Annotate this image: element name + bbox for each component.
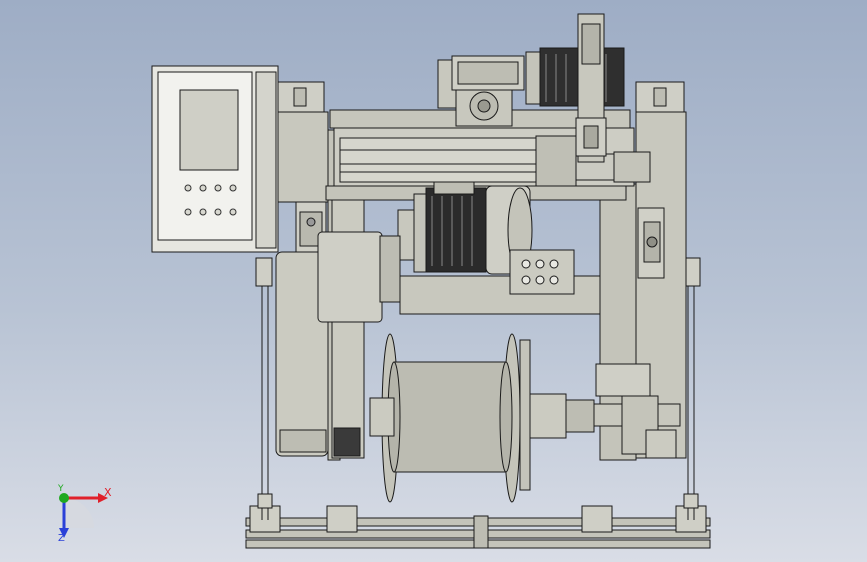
triad-x-label: X [104,486,112,499]
orientation-triad [59,493,108,538]
triad-y-label: Y [58,484,64,494]
control-cabinet [151,65,279,253]
base-frame [245,505,711,549]
y-axis-dot [59,493,69,503]
machine-assembly-drawing [59,13,711,549]
cable-drum [369,333,531,503]
cad-viewport[interactable]: X Y Z [0,0,867,562]
triad-z-label: Z [58,533,65,544]
